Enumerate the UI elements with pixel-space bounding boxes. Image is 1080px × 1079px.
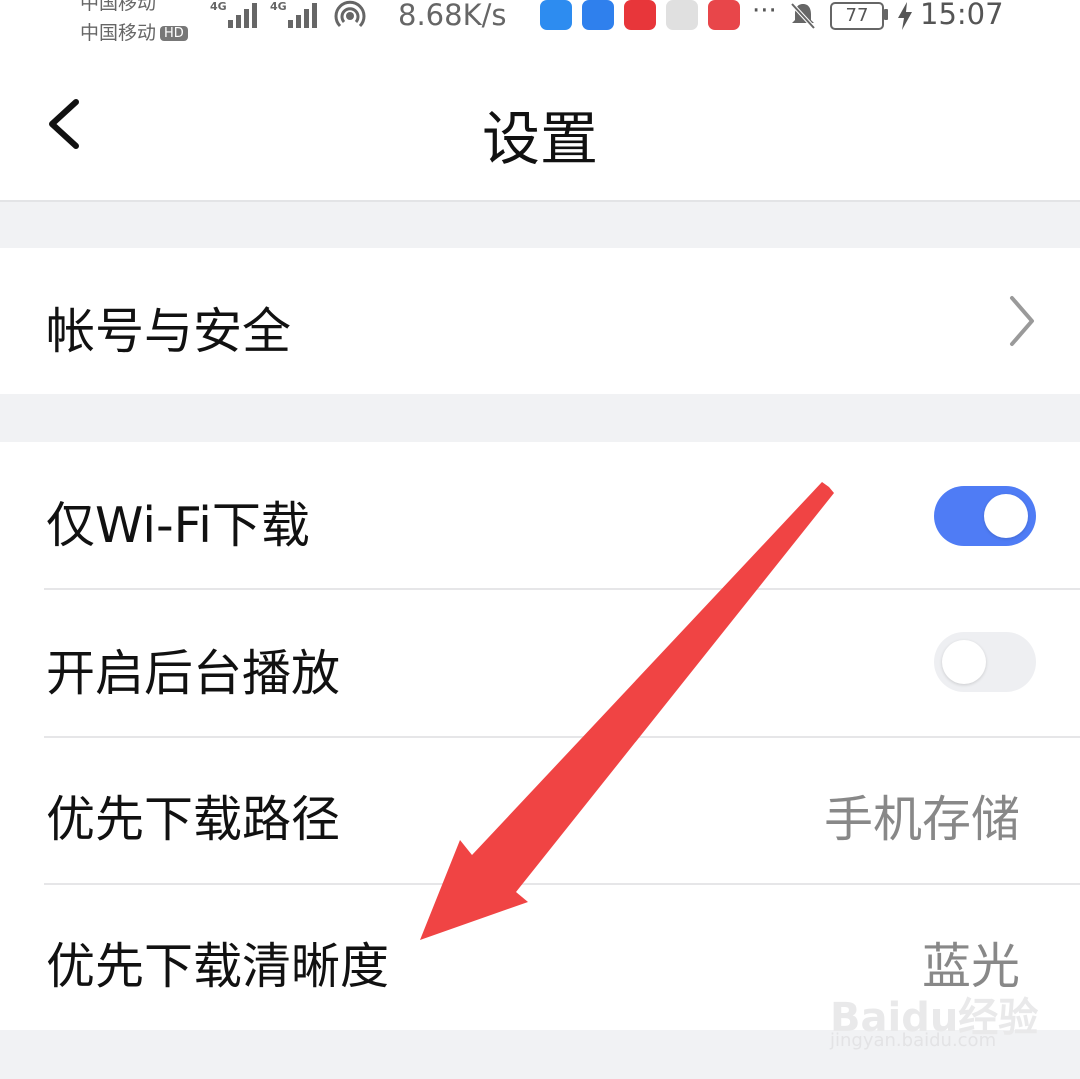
network-type-label: 4G <box>270 0 287 13</box>
hd-badge: HD <box>160 26 188 41</box>
account-security-label: 帐号与安全 <box>46 303 292 360</box>
page-title: 设置 <box>481 105 598 173</box>
network-speed: 8.68K/s <box>398 0 507 32</box>
download-path-row[interactable]: 优先下载路径 手机存储 <box>0 738 1080 884</box>
status-bar: 中国移动 中国移动 HD 4G 4G 8.68K/s ··· 77 15:07 <box>0 0 1080 52</box>
weather-app-icon <box>582 0 614 30</box>
account-security-row[interactable]: 帐号与安全 <box>0 248 1080 394</box>
huawei-store-icon <box>624 0 656 30</box>
download-quality-label: 优先下载清晰度 <box>46 938 390 995</box>
wifi-only-download-row: 仅Wi-Fi下载 <box>0 442 1080 588</box>
download-path-label: 优先下载路径 <box>46 791 341 848</box>
charging-icon <box>898 2 912 30</box>
battery-level: 77 <box>845 5 869 26</box>
carrier-label: 中国移动 HD <box>80 18 188 45</box>
battery-cap <box>884 9 888 20</box>
toggle-knob <box>984 494 1028 538</box>
background-play-label: 开启后台播放 <box>46 645 341 702</box>
toggle-knob <box>942 640 986 684</box>
background-play-toggle[interactable] <box>934 632 1036 692</box>
wifi-only-download-label: 仅Wi-Fi下载 <box>46 497 310 554</box>
more-notifications: ··· <box>752 0 777 26</box>
mute-bell-icon <box>790 2 816 30</box>
wifi-only-download-toggle[interactable] <box>934 486 1036 546</box>
clock: 15:07 <box>920 0 1004 31</box>
background-play-row: 开启后台播放 <box>0 590 1080 736</box>
gift-app-icon <box>666 0 698 30</box>
watermark-url: jingyan.baidu.com <box>830 1030 997 1051</box>
account-section: 帐号与安全 <box>0 248 1080 394</box>
signal-icon: 4G <box>210 0 257 28</box>
signal-icon: 4G <box>270 0 317 28</box>
battery-icon: 77 <box>830 2 884 30</box>
search-app-icon <box>540 0 572 30</box>
carrier-label: 中国移动 <box>80 0 157 14</box>
download-path-value: 手机存储 <box>823 791 1020 848</box>
hotspot-icon <box>334 0 366 28</box>
chevron-right-icon <box>1010 296 1034 346</box>
network-type-label: 4G <box>210 0 227 13</box>
nav-header: 设置 <box>0 52 1080 202</box>
reader-app-icon <box>708 0 740 30</box>
download-settings-section: 仅Wi-Fi下载 开启后台播放 优先下载路径 手机存储 优先下载清晰度 蓝光 <box>0 442 1080 1030</box>
